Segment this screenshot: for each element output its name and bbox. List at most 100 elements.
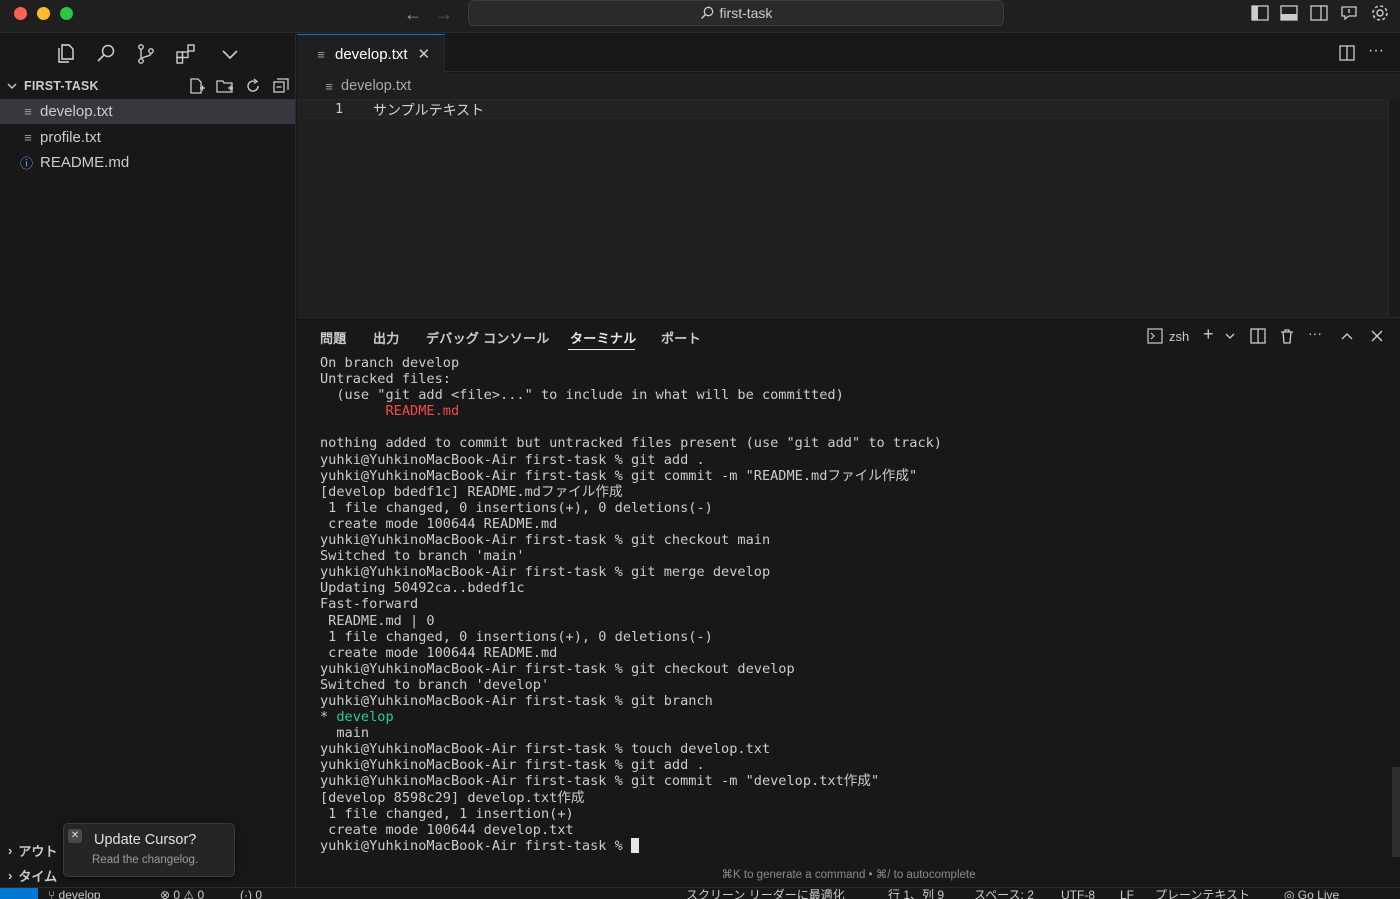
terminal-line: yuhki@YuhkinoMacBook-Air first-task % gi… bbox=[320, 757, 705, 774]
maximize-panel-chevron-up-icon[interactable] bbox=[1340, 330, 1354, 342]
section-label: アウト bbox=[18, 844, 58, 859]
status-go-live[interactable]: ◎ Go Live bbox=[1284, 888, 1339, 899]
close-panel-icon[interactable] bbox=[1371, 330, 1383, 342]
shell-name: zsh bbox=[1169, 328, 1190, 344]
close-icon[interactable]: ✕ bbox=[68, 829, 82, 843]
terminal-line: 1 file changed, 1 insertion(+) bbox=[320, 805, 574, 822]
chevron-down-icon[interactable] bbox=[218, 42, 242, 66]
status-branch[interactable]: ⑂ develop bbox=[48, 888, 101, 899]
command-center-search[interactable]: first-task bbox=[468, 0, 1004, 26]
status-language[interactable]: プレーンテキスト bbox=[1155, 888, 1250, 899]
terminal-line: yuhki@YuhkinoMacBook-Air first-task % gi… bbox=[320, 532, 771, 549]
collapse-all-icon[interactable] bbox=[272, 77, 290, 95]
terminal-line: 1 file changed, 0 insertions(+), 0 delet… bbox=[320, 628, 713, 645]
window-minimize-button[interactable] bbox=[37, 7, 50, 20]
status-screen-reader[interactable]: スクリーン リーダーに最適化 bbox=[686, 888, 845, 899]
more-actions-icon[interactable]: ··· bbox=[1368, 42, 1384, 60]
section-label: タイム bbox=[18, 869, 58, 884]
remote-indicator[interactable] bbox=[0, 888, 38, 899]
toggle-primary-sidebar-icon[interactable] bbox=[1251, 5, 1269, 21]
tab-debug-console[interactable]: デバッグ コンソール bbox=[426, 328, 550, 347]
file-item-readme-md[interactable]: ⓘ README.md bbox=[0, 150, 295, 175]
source-control-icon[interactable] bbox=[134, 42, 158, 66]
terminal-line: yuhki@YuhkinoMacBook-Air first-task % gi… bbox=[320, 692, 713, 709]
terminal-line: README.md bbox=[320, 403, 1390, 419]
status-cursor-position[interactable]: 行 1、列 9 bbox=[888, 888, 944, 899]
terminal-icon bbox=[1147, 328, 1163, 344]
file-name: develop.txt bbox=[40, 103, 113, 120]
tab-ports[interactable]: ポート bbox=[661, 328, 701, 347]
breadcrumb[interactable]: ≡ develop.txt bbox=[323, 78, 411, 94]
terminal-line: [develop bdedf1c] README.mdファイル作成 bbox=[320, 483, 623, 500]
terminal-line: Switched to branch 'main' bbox=[320, 548, 525, 565]
terminal-line: (use "git add <file>..." to include in w… bbox=[320, 387, 844, 404]
terminal-output[interactable]: On branch develop Untracked files: (use "… bbox=[320, 355, 1390, 854]
terminal-line: create mode 100644 develop.txt bbox=[320, 821, 574, 838]
terminal-line: Updating 50492ca..bdedf1c bbox=[320, 580, 525, 597]
status-problems[interactable]: ⊗ 0 ⚠ 0 bbox=[160, 888, 204, 899]
new-terminal-plus-icon[interactable]: + bbox=[1203, 324, 1214, 344]
notification-link[interactable]: Read the changelog. bbox=[92, 854, 198, 866]
more-actions-icon[interactable]: ··· bbox=[1308, 325, 1322, 343]
settings-gear-icon[interactable] bbox=[1370, 3, 1390, 23]
breadcrumb-file[interactable]: develop.txt bbox=[341, 78, 411, 94]
forward-arrow-icon[interactable]: → bbox=[435, 4, 453, 25]
feedback-icon[interactable] bbox=[1340, 5, 1358, 21]
active-tab-indicator bbox=[568, 349, 635, 350]
terminal-scrollbar[interactable] bbox=[1392, 767, 1400, 857]
editor-tab-bar bbox=[297, 34, 1400, 72]
terminal-line: yuhki@YuhkinoMacBook-Air first-task % gi… bbox=[320, 660, 795, 677]
tab-label: develop.txt bbox=[335, 45, 408, 63]
lines-icon: ≡ bbox=[317, 46, 325, 62]
terminal-line: yuhki@YuhkinoMacBook-Air first-task % to… bbox=[320, 741, 771, 758]
terminal-hint: ⌘K to generate a command • ⌘/ to autocom… bbox=[721, 869, 976, 881]
tab-terminal[interactable]: ターミナル bbox=[570, 328, 637, 347]
extensions-icon[interactable] bbox=[174, 42, 198, 66]
file-item-profile-txt[interactable]: ≡ profile.txt bbox=[0, 125, 295, 150]
notification-title: Update Cursor? bbox=[94, 832, 197, 848]
branch-name: develop bbox=[58, 888, 101, 899]
terminal-line: 1 file changed, 0 insertions(+), 0 delet… bbox=[320, 499, 713, 516]
info-icon: ⓘ bbox=[19, 156, 33, 171]
terminal-line: create mode 100644 README.md bbox=[320, 515, 558, 532]
status-encoding[interactable]: UTF-8 bbox=[1061, 888, 1095, 899]
editor-scrollbar[interactable] bbox=[1388, 99, 1400, 316]
status-eol[interactable]: LF bbox=[1120, 888, 1134, 899]
trash-icon[interactable] bbox=[1279, 328, 1295, 344]
file-item-develop-txt[interactable]: ≡ develop.txt bbox=[0, 99, 295, 124]
new-file-icon[interactable] bbox=[188, 77, 206, 95]
terminal-shell-selector[interactable]: zsh bbox=[1147, 327, 1189, 345]
new-folder-icon[interactable] bbox=[216, 77, 234, 95]
outline-section[interactable]: › アウト bbox=[8, 841, 57, 860]
status-ports[interactable]: (·) 0 bbox=[240, 888, 262, 899]
lines-icon: ≡ bbox=[24, 104, 32, 119]
explorer-title[interactable]: FIRST-TASK bbox=[24, 79, 99, 93]
search-icon[interactable] bbox=[94, 42, 118, 66]
terminal-line: yuhki@YuhkinoMacBook-Air first-task % gi… bbox=[320, 564, 771, 581]
window-maximize-button[interactable] bbox=[60, 7, 73, 20]
editor-tab-develop-txt[interactable]: ≡ develop.txt ✕ bbox=[297, 34, 445, 73]
chevron-right-icon: › bbox=[8, 868, 13, 883]
timeline-section[interactable]: › タイム bbox=[8, 866, 57, 885]
close-icon[interactable]: ✕ bbox=[418, 45, 431, 63]
chevron-down-icon[interactable] bbox=[6, 80, 18, 92]
code-line[interactable]: サンプルテキスト bbox=[373, 100, 484, 120]
refresh-icon[interactable] bbox=[244, 77, 262, 95]
back-arrow-icon[interactable]: ← bbox=[404, 4, 422, 25]
split-editor-icon[interactable] bbox=[1339, 45, 1355, 61]
status-indentation[interactable]: スペース: 2 bbox=[974, 888, 1034, 899]
split-terminal-icon[interactable] bbox=[1250, 328, 1266, 344]
window-close-button[interactable] bbox=[14, 7, 27, 20]
lines-icon: ≡ bbox=[325, 78, 333, 94]
tab-output[interactable]: 出力 bbox=[373, 328, 400, 347]
explorer-files-icon[interactable] bbox=[54, 42, 78, 66]
toggle-secondary-sidebar-icon[interactable] bbox=[1310, 5, 1328, 21]
toggle-panel-icon[interactable] bbox=[1280, 5, 1298, 21]
lines-icon: ≡ bbox=[24, 130, 32, 145]
file-name: README.md bbox=[40, 154, 130, 171]
current-branch: develop bbox=[336, 709, 394, 726]
terminal-line: README.md | 0 bbox=[320, 612, 435, 629]
chevron-down-icon[interactable] bbox=[1224, 331, 1236, 341]
tab-problems[interactable]: 問題 bbox=[320, 328, 347, 347]
terminal-line: * develop bbox=[320, 709, 394, 726]
